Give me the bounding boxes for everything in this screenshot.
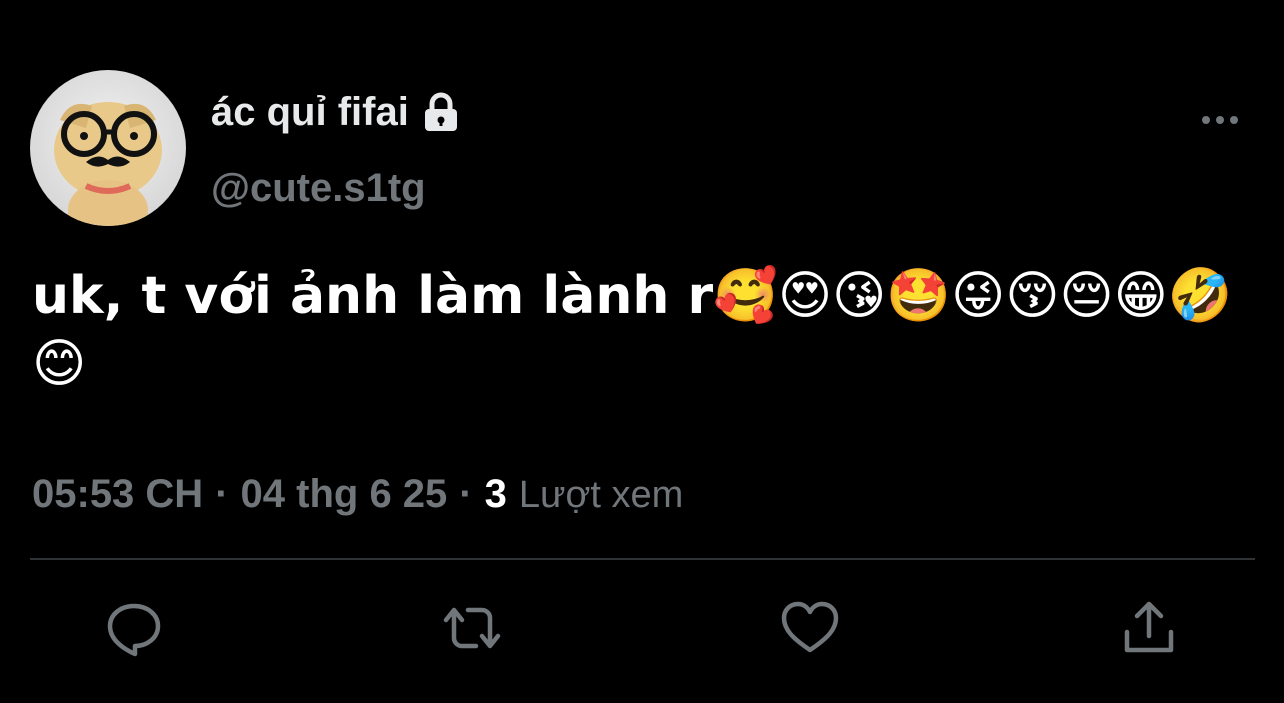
avatar[interactable]	[30, 70, 186, 226]
share-icon	[1124, 601, 1174, 653]
author-display-name[interactable]: ác quỉ fifai	[211, 90, 463, 135]
tweet-actions	[0, 596, 1284, 668]
display-name-text: ác quỉ fifai	[211, 90, 409, 134]
avatar-image	[54, 102, 162, 226]
like-button[interactable]	[778, 596, 842, 660]
divider	[30, 558, 1255, 560]
meta-separator: ·	[215, 472, 229, 516]
views-count[interactable]: 3	[485, 472, 507, 517]
reply-icon	[107, 603, 161, 657]
lock-icon	[419, 91, 463, 135]
author-handle[interactable]: @cute.s1tg	[211, 166, 426, 211]
share-button[interactable]	[1117, 596, 1181, 660]
heart-icon	[781, 601, 839, 653]
tweet-meta: 05:53 CH · 04 thg 6 25 · 3 Lượt xem	[32, 472, 683, 517]
tweet-text: uk, t với ảnh làm lành r🥰😍😘🤩😜😚😔😁🤣😊	[32, 266, 1233, 394]
retweet-icon	[443, 607, 501, 649]
reply-button[interactable]	[102, 596, 166, 660]
tweet-date[interactable]: 04 thg 6 25	[241, 472, 448, 517]
views-label[interactable]: Lượt xem	[519, 474, 683, 517]
retweet-button[interactable]	[440, 596, 504, 660]
meta-separator: ·	[459, 472, 473, 516]
tweet-time[interactable]: 05:53 CH	[32, 472, 203, 517]
more-icon[interactable]	[1196, 106, 1244, 134]
